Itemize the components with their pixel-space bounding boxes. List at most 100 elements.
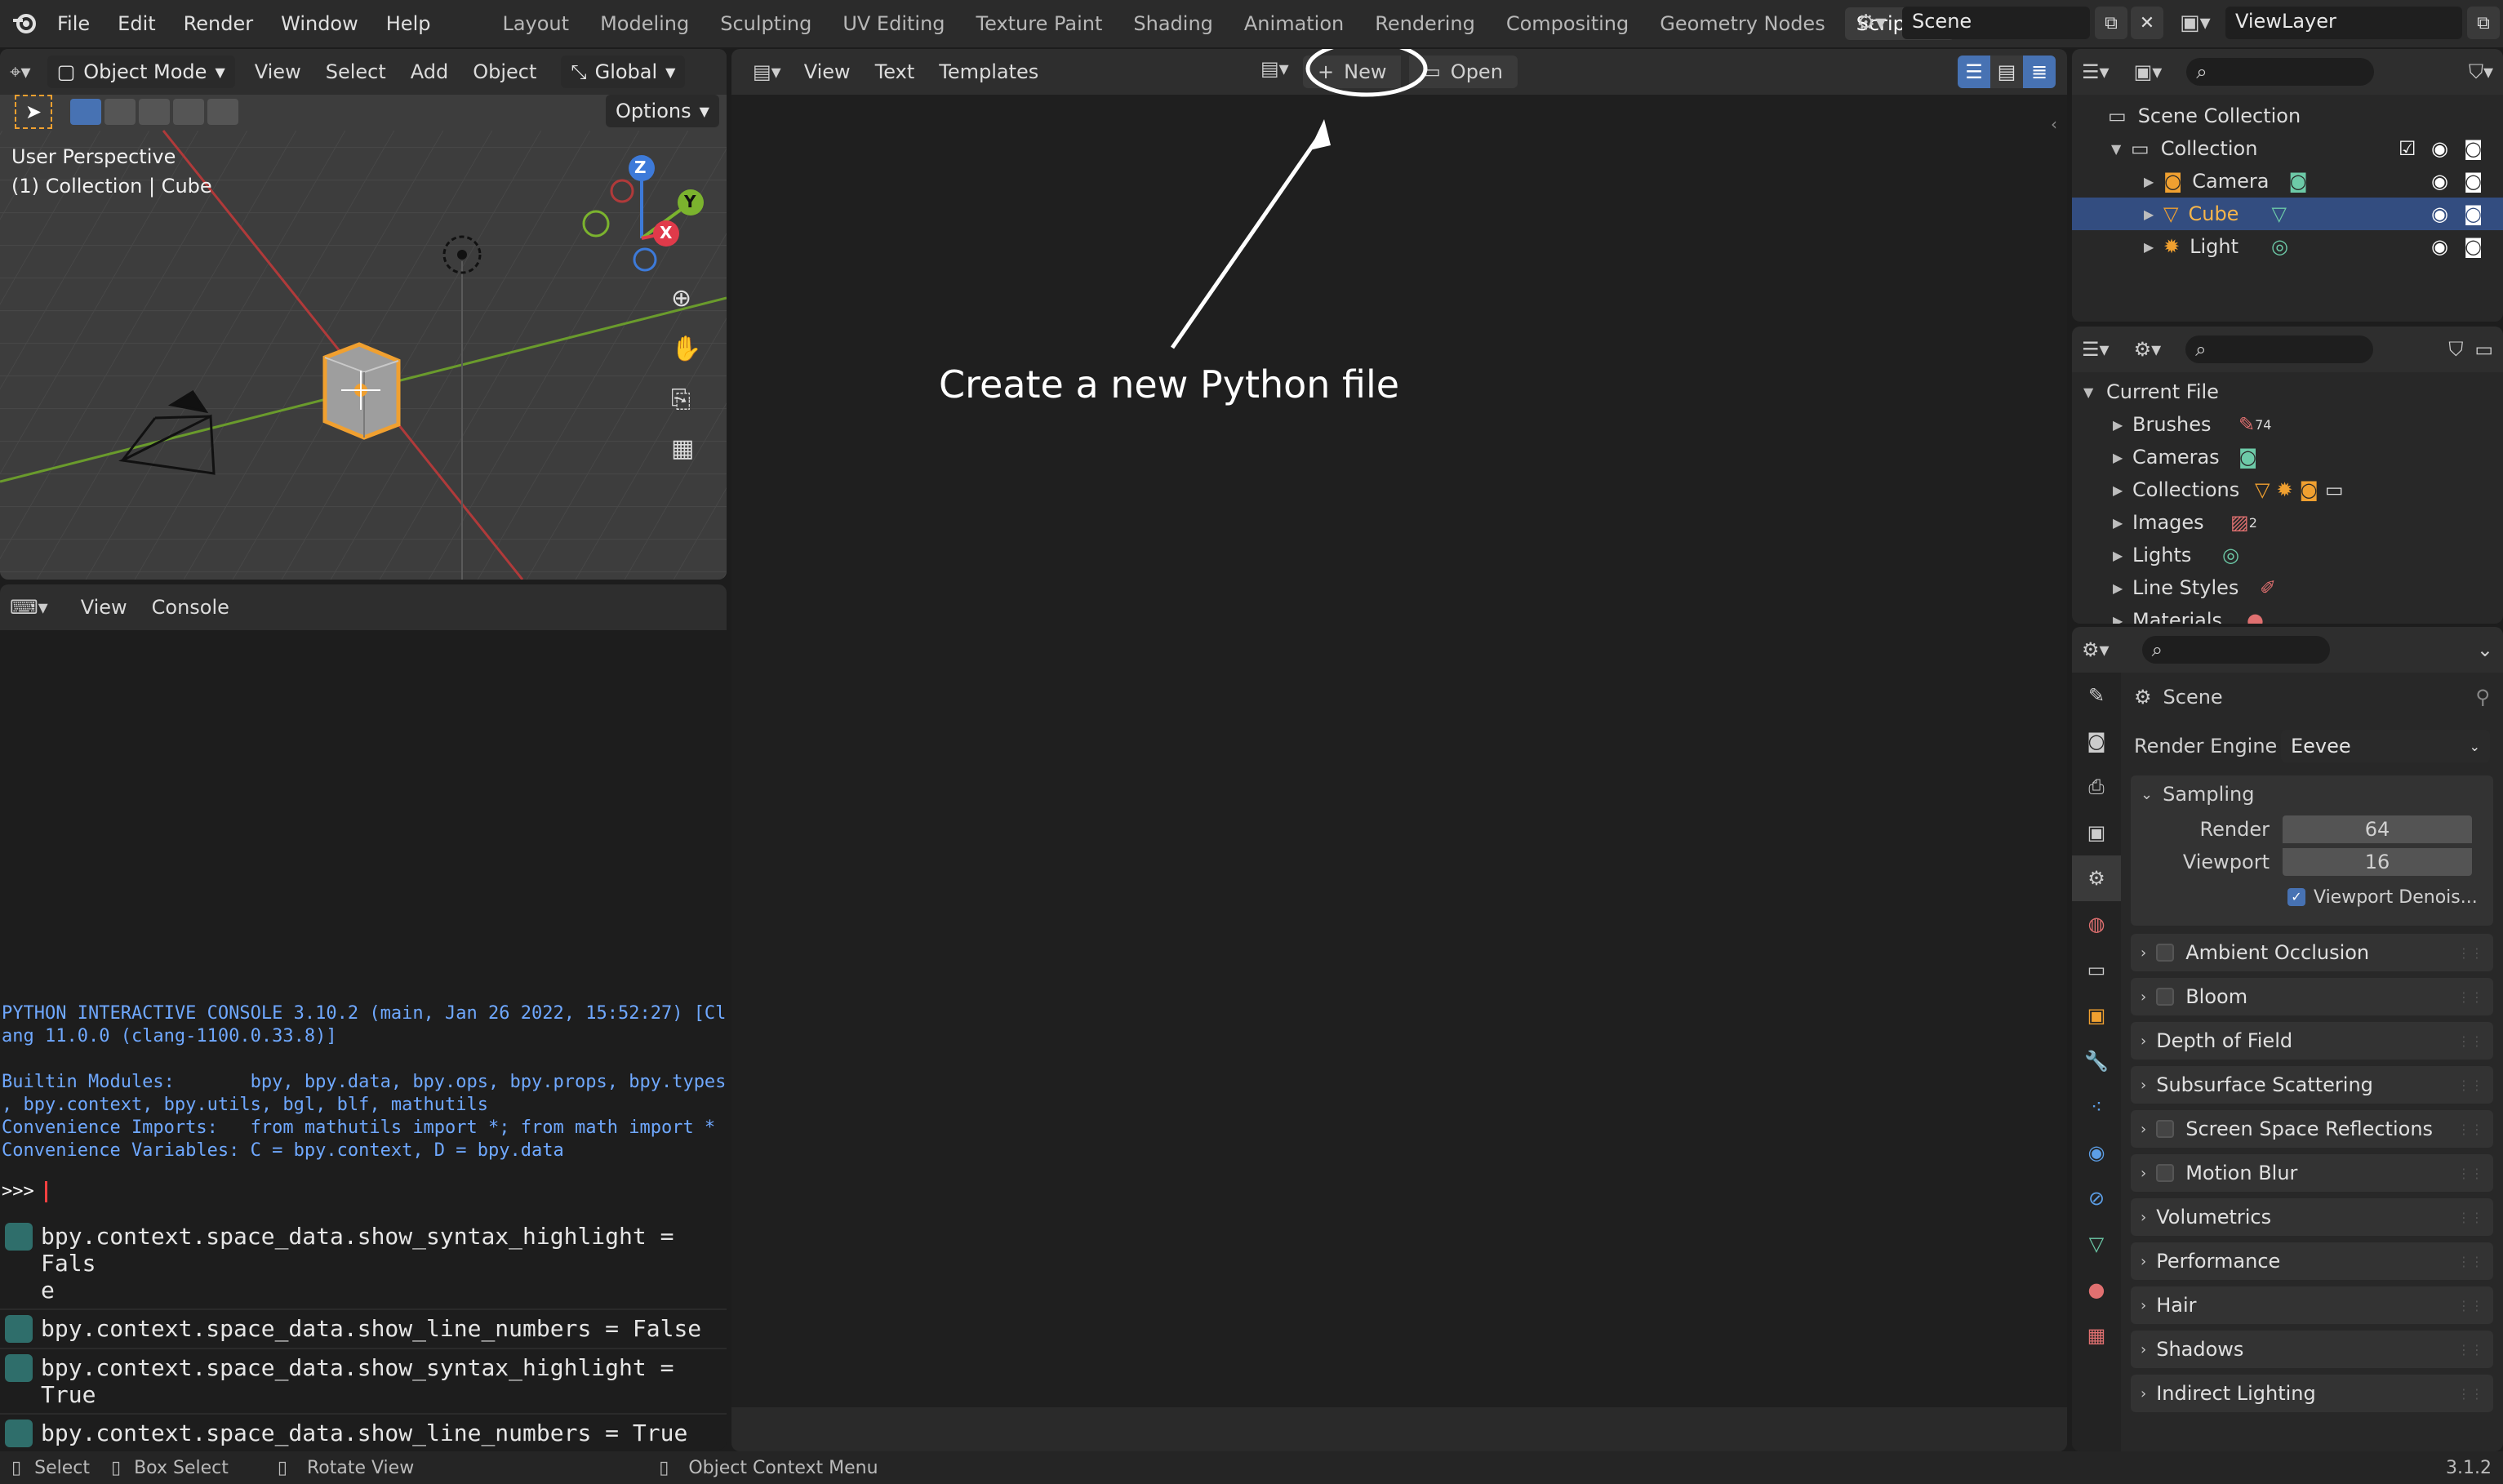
viewport-menu-add[interactable]: Add: [411, 60, 448, 83]
transform-orientation-dropdown[interactable]: ⤡ Global ▼: [561, 56, 686, 88]
drag-handle-icon[interactable]: ⋮⋮: [2457, 1254, 2483, 1269]
visibility-eye-icon[interactable]: ◉: [2431, 170, 2448, 193]
select-intersect-icon[interactable]: [207, 99, 238, 125]
scene-collection-row[interactable]: ▭ Scene Collection: [2072, 100, 2503, 132]
drag-handle-icon[interactable]: ⋮⋮: [2457, 1077, 2483, 1093]
scene-tab-icon[interactable]: ⚙: [2072, 855, 2121, 901]
render-camera-icon[interactable]: ◙: [2464, 235, 2483, 258]
console-editor-type-icon[interactable]: ⌨▾: [10, 596, 48, 619]
menu-edit[interactable]: Edit: [118, 12, 155, 35]
tab-uv-editing[interactable]: UV Editing: [831, 7, 956, 40]
properties-editor[interactable]: ⚙▾ ⌕ ⌄ ✎ ◙ ⎙ ▣ ⚙ ◍ ▭ ▣ 🔧 ⁖ ◉ ⊘ ▽ ● ▦ ⚙ S…: [2072, 627, 2503, 1451]
data-tab-icon[interactable]: ▽: [2072, 1221, 2121, 1267]
render-tab-icon[interactable]: ◙: [2072, 718, 2121, 764]
menu-help[interactable]: Help: [386, 12, 431, 35]
console-menu-console[interactable]: Console: [152, 596, 229, 619]
particles-tab-icon[interactable]: ⁖: [2072, 1084, 2121, 1130]
select-invert-icon[interactable]: [173, 99, 204, 125]
viewport-menu-view[interactable]: View: [255, 60, 301, 83]
menu-window[interactable]: Window: [281, 12, 358, 35]
outliner-type-icon[interactable]: ☰▾: [2082, 338, 2110, 361]
display-mode-icon[interactable]: ▣▾: [2134, 60, 2163, 83]
filter-icon[interactable]: ⛉▾: [2469, 60, 2493, 83]
panel-performance[interactable]: › Performance ⋮⋮: [2131, 1242, 2493, 1280]
physics-tab-icon[interactable]: ◉: [2072, 1130, 2121, 1175]
object-tab-icon[interactable]: ▣: [2072, 993, 2121, 1038]
panel-ambient-occlusion[interactable]: › Ambient Occlusion ⋮⋮: [2131, 934, 2493, 971]
expand-triangle-icon[interactable]: ▶: [2144, 174, 2163, 189]
render-engine-dropdown[interactable]: Eevee ⌄: [2281, 730, 2490, 762]
blend-item-materials[interactable]: ▶ Materials ●: [2072, 604, 2503, 624]
panel-bloom[interactable]: › Bloom ⋮⋮: [2131, 978, 2493, 1015]
tab-animation[interactable]: Animation: [1233, 7, 1355, 40]
viewport-denoise-row[interactable]: ✓ Viewport Denois...: [2131, 878, 2493, 916]
texture-tab-icon[interactable]: ▦: [2072, 1313, 2121, 1358]
blend-item-cameras[interactable]: ▶ Cameras ◙: [2072, 441, 2503, 473]
material-tab-icon[interactable]: ●: [2072, 1267, 2121, 1313]
panel-motion-blur[interactable]: › Motion Blur ⋮⋮: [2131, 1154, 2493, 1192]
camera-view-icon[interactable]: ⎘: [671, 385, 691, 414]
scene-icon[interactable]: ⚙▾: [1856, 11, 1902, 35]
panel-enable-checkbox[interactable]: [2156, 944, 2175, 962]
blend-search-input[interactable]: ⌕: [2185, 335, 2374, 363]
console-prompt-row[interactable]: >>>: [2, 1180, 726, 1203]
menu-render[interactable]: Render: [184, 12, 253, 35]
tab-texture-paint[interactable]: Texture Paint: [965, 7, 1114, 40]
render-camera-icon[interactable]: ◙: [2464, 170, 2483, 193]
text-editor[interactable]: ▤▾ View Text Templates ▤▾ + New ▭ Open ☰…: [731, 49, 2067, 1451]
history-item[interactable]: bpy.context.space_data.show_syntax_highl…: [0, 1218, 727, 1310]
panel-enable-checkbox[interactable]: [2156, 1164, 2175, 1182]
exclude-checkbox-icon[interactable]: ☑: [2399, 137, 2416, 160]
scene-name-field[interactable]: Scene: [1902, 7, 2090, 39]
viewport-samples-field[interactable]: 16: [2283, 848, 2472, 876]
console-menu-view[interactable]: View: [81, 596, 127, 619]
zoom-icon[interactable]: ⊕: [671, 284, 691, 313]
constraints-tab-icon[interactable]: ⊘: [2072, 1175, 2121, 1221]
history-item[interactable]: bpy.context.space_data.show_line_numbers…: [0, 1310, 727, 1349]
blend-item-lights[interactable]: ▶ Lights ◎: [2072, 539, 2503, 571]
tab-shading[interactable]: Shading: [1122, 7, 1225, 40]
editor-type-icon[interactable]: ⌖▾: [10, 60, 31, 83]
blend-item-line-styles[interactable]: ▶ Line Styles ✐: [2072, 571, 2503, 604]
object-mode-dropdown[interactable]: ▢ Object Mode ▼: [47, 56, 235, 88]
render-camera-icon[interactable]: ◙: [2464, 137, 2483, 160]
drag-handle-icon[interactable]: ⋮⋮: [2457, 1298, 2483, 1313]
world-tab-icon[interactable]: ◍: [2072, 901, 2121, 947]
drag-handle-icon[interactable]: ⋮⋮: [2457, 1210, 2483, 1225]
expand-triangle-icon[interactable]: ▶: [2113, 515, 2132, 531]
panel-enable-checkbox[interactable]: [2156, 1120, 2175, 1138]
new-folder-icon[interactable]: ▭: [2474, 338, 2493, 361]
blend-item-images[interactable]: ▶ Images ▨ 2: [2072, 506, 2503, 539]
menu-file[interactable]: File: [57, 12, 90, 35]
history-item[interactable]: bpy.context.space_data.show_line_numbers…: [0, 1415, 727, 1450]
drag-handle-icon[interactable]: ⋮⋮: [2457, 1166, 2483, 1181]
options-dropdown[interactable]: Options ▼: [606, 95, 719, 127]
select-extend-icon[interactable]: [104, 99, 136, 125]
render-camera-icon[interactable]: ◙: [2464, 202, 2483, 225]
current-file-row[interactable]: ▼ Current File: [2072, 375, 2503, 408]
render-samples-field[interactable]: 64: [2283, 815, 2472, 843]
modifier-tab-icon[interactable]: 🔧: [2072, 1038, 2121, 1084]
tab-compositing[interactable]: Compositing: [1495, 7, 1640, 40]
expand-triangle-icon[interactable]: ▶: [2113, 482, 2132, 498]
collection-tab-icon[interactable]: ▭: [2072, 947, 2121, 993]
select-tool-icon[interactable]: ➤: [15, 95, 52, 129]
viewport-menu-object[interactable]: Object: [473, 60, 536, 83]
panel-indirect-lighting[interactable]: › Indirect Lighting ⋮⋮: [2131, 1375, 2493, 1412]
grid-view-icon[interactable]: ▦: [671, 434, 694, 463]
expand-triangle-icon[interactable]: ▶: [2113, 417, 2132, 433]
view-layer-field[interactable]: ViewLayer: [2225, 7, 2462, 39]
tab-rendering[interactable]: Rendering: [1363, 7, 1487, 40]
tab-modeling[interactable]: Modeling: [589, 7, 700, 40]
expand-triangle-icon[interactable]: ▶: [2113, 580, 2132, 596]
outliner-search-input[interactable]: ⌕: [2186, 58, 2375, 86]
expand-triangle-icon[interactable]: ▶: [2113, 450, 2132, 465]
delete-scene-icon[interactable]: ✕: [2131, 7, 2163, 39]
visibility-eye-icon[interactable]: ◉: [2431, 137, 2448, 160]
output-tab-icon[interactable]: ⎙: [2072, 764, 2121, 810]
outliner-type-icon[interactable]: ☰▾: [2082, 60, 2110, 83]
select-new-icon[interactable]: [70, 99, 101, 125]
select-subtract-icon[interactable]: [139, 99, 170, 125]
drag-handle-icon[interactable]: ⋮⋮: [2457, 1342, 2483, 1357]
viewport-menu-select[interactable]: Select: [326, 60, 386, 83]
